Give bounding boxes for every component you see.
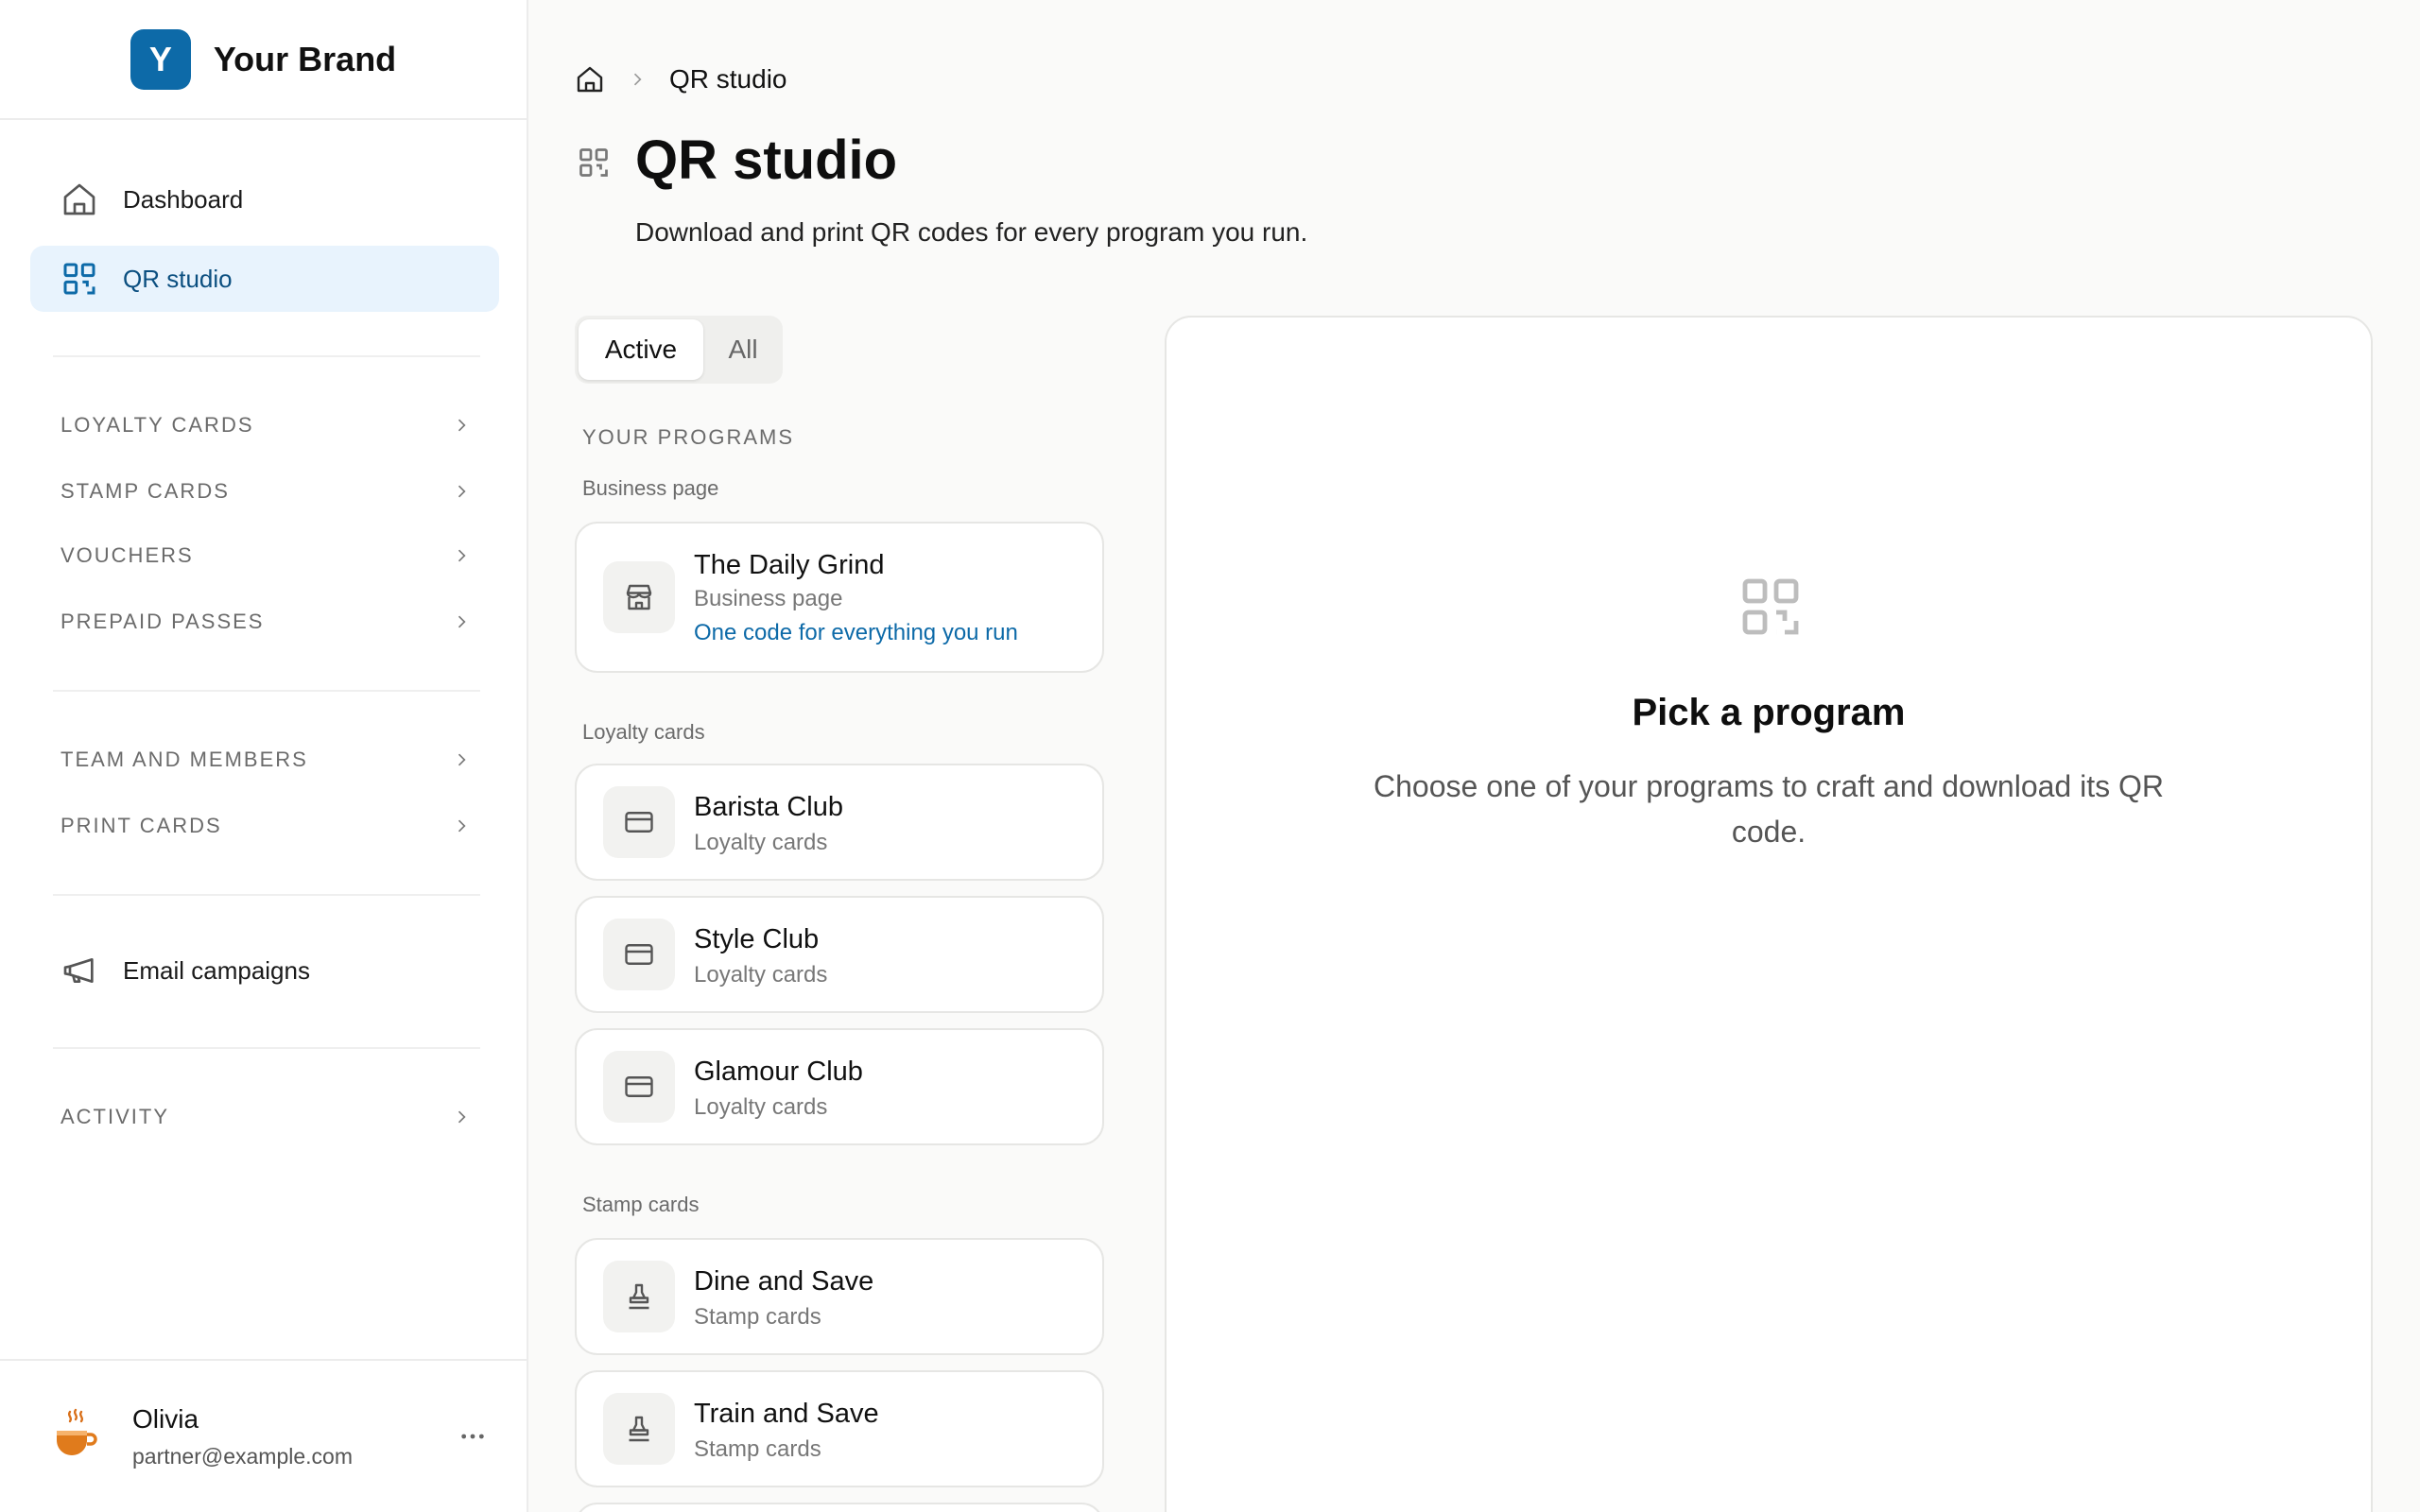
sidebar-item-qr-studio[interactable]: QR studio — [30, 246, 499, 312]
coffee-cup-icon — [53, 1408, 98, 1465]
programs-heading: YOUR PROGRAMS — [582, 425, 795, 449]
section-label: PREPAID PASSES — [60, 610, 265, 633]
home-icon — [60, 180, 98, 218]
tab-active[interactable]: Active — [579, 319, 703, 380]
tab-all[interactable]: All — [707, 319, 779, 380]
user-email: partner@example.com — [132, 1444, 353, 1469]
page-title: QR studio — [635, 129, 898, 191]
program-type: Loyalty cards — [694, 830, 828, 855]
section-label: STAMP CARDS — [60, 479, 230, 503]
chevron-right-icon — [452, 750, 471, 769]
program-card[interactable]: Barista Club Loyalty cards — [575, 764, 1104, 881]
group-label: Loyalty cards — [582, 720, 705, 744]
stamp-icon — [603, 1393, 675, 1465]
brand-logo: Y — [130, 28, 191, 90]
qr-code-icon — [1737, 573, 1805, 641]
breadcrumb-current: QR studio — [669, 64, 787, 94]
divider — [53, 690, 480, 692]
sidebar-item-label: Dashboard — [123, 184, 244, 214]
program-name: The Daily Grind — [694, 550, 885, 580]
section-label: ACTIVITY — [60, 1105, 170, 1128]
group-label: Stamp cards — [582, 1193, 700, 1216]
group-label: Business page — [582, 476, 719, 500]
card-icon — [603, 786, 675, 858]
megaphone-icon — [60, 952, 98, 989]
program-name: Style Club — [694, 924, 820, 954]
program-type: Stamp cards — [694, 1436, 821, 1462]
program-type: Loyalty cards — [694, 962, 828, 988]
sidebar-section-vouchers[interactable]: VOUCHERS — [60, 537, 471, 575]
card-icon — [603, 919, 675, 990]
qr-code-icon — [60, 260, 98, 298]
filter-tabs: Active All — [575, 316, 783, 384]
user-name: Olivia — [132, 1404, 199, 1434]
program-card[interactable] — [575, 1503, 1104, 1512]
empty-state-title: Pick a program — [1632, 692, 1906, 733]
program-card[interactable]: Train and Save Stamp cards — [575, 1370, 1104, 1487]
chevron-right-icon — [452, 546, 471, 565]
chevron-right-icon — [452, 482, 471, 501]
program-name: Dine and Save — [694, 1266, 874, 1297]
chevron-right-icon — [452, 816, 471, 835]
sidebar-section-stamp-cards[interactable]: STAMP CARDS — [60, 472, 471, 510]
section-label: PRINT CARDS — [60, 814, 222, 837]
sidebar-item-dashboard[interactable]: Dashboard — [30, 166, 499, 232]
program-card[interactable]: Glamour Club Loyalty cards — [575, 1028, 1104, 1145]
breadcrumb: QR studio — [575, 62, 787, 96]
sidebar-section-activity[interactable]: ACTIVITY — [60, 1098, 471, 1136]
home-icon[interactable] — [575, 64, 605, 94]
program-name: Train and Save — [694, 1399, 879, 1429]
sidebar-item-email-campaigns[interactable]: Email campaigns — [30, 937, 499, 1004]
sidebar: Y Your Brand Dashboard QR studio LOYALTY… — [0, 0, 528, 1512]
section-label: LOYALTY CARDS — [60, 413, 254, 437]
program-type: Loyalty cards — [694, 1094, 828, 1120]
card-icon — [603, 1051, 675, 1123]
sidebar-item-label: Email campaigns — [123, 955, 310, 985]
store-icon — [603, 561, 675, 633]
sidebar-section-prepaid-passes[interactable]: PREPAID PASSES — [60, 603, 471, 641]
program-card[interactable]: Dine and Save Stamp cards — [575, 1238, 1104, 1355]
program-type: Stamp cards — [694, 1304, 821, 1330]
sidebar-section-loyalty-cards[interactable]: LOYALTY CARDS — [60, 406, 471, 444]
chevron-right-icon — [452, 612, 471, 631]
empty-state-text: Choose one of your programs to craft and… — [1374, 769, 2164, 849]
brand-name: Your Brand — [213, 39, 397, 78]
more-options-icon[interactable] — [458, 1421, 488, 1452]
program-type: Business page — [694, 586, 843, 611]
program-detail-panel: Pick a program Choose one of your progra… — [1165, 316, 2373, 1512]
section-label: VOUCHERS — [60, 543, 194, 567]
user-profile[interactable]: Olivia partner@example.com — [0, 1359, 527, 1512]
program-card[interactable]: Style Club Loyalty cards — [575, 896, 1104, 1013]
qr-code-icon — [577, 146, 611, 180]
stamp-icon — [603, 1261, 675, 1332]
sidebar-section-team-and-members[interactable]: TEAM AND MEMBERS — [60, 741, 471, 779]
page-subtitle: Download and print QR codes for every pr… — [635, 217, 1308, 247]
chevron-right-icon — [452, 416, 471, 435]
program-note: One code for everything you run — [694, 620, 1018, 645]
program-name: Glamour Club — [694, 1057, 863, 1087]
sidebar-section-print-cards[interactable]: PRINT CARDS — [60, 807, 471, 845]
section-label: TEAM AND MEMBERS — [60, 747, 308, 771]
brand-header[interactable]: Y Your Brand — [0, 0, 527, 120]
chevron-right-icon — [452, 1108, 471, 1126]
program-name: Barista Club — [694, 792, 843, 822]
program-card[interactable]: The Daily Grind Business page One code f… — [575, 522, 1104, 673]
sidebar-item-label: QR studio — [123, 264, 233, 293]
divider — [53, 894, 480, 896]
chevron-right-icon — [628, 70, 647, 89]
divider — [53, 1047, 480, 1049]
divider — [53, 355, 480, 357]
